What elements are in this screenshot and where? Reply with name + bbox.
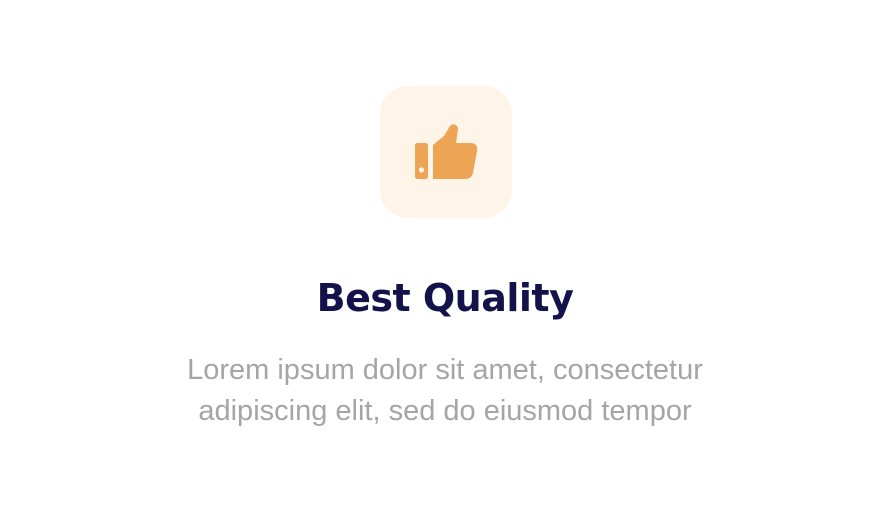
feature-card: Best Quality Lorem ipsum dolor sit amet,… (0, 0, 890, 512)
description-line: Lorem ipsum dolor sit amet, consectetur (187, 354, 703, 386)
description-line: adipiscing elit, sed do eiusmod tempor (198, 395, 692, 427)
thumbs-up-icon (415, 124, 478, 179)
icon-tile (380, 86, 512, 218)
feature-description: Lorem ipsum dolor sit amet, consectetur … (0, 350, 890, 432)
feature-title: Best Quality (316, 276, 574, 320)
